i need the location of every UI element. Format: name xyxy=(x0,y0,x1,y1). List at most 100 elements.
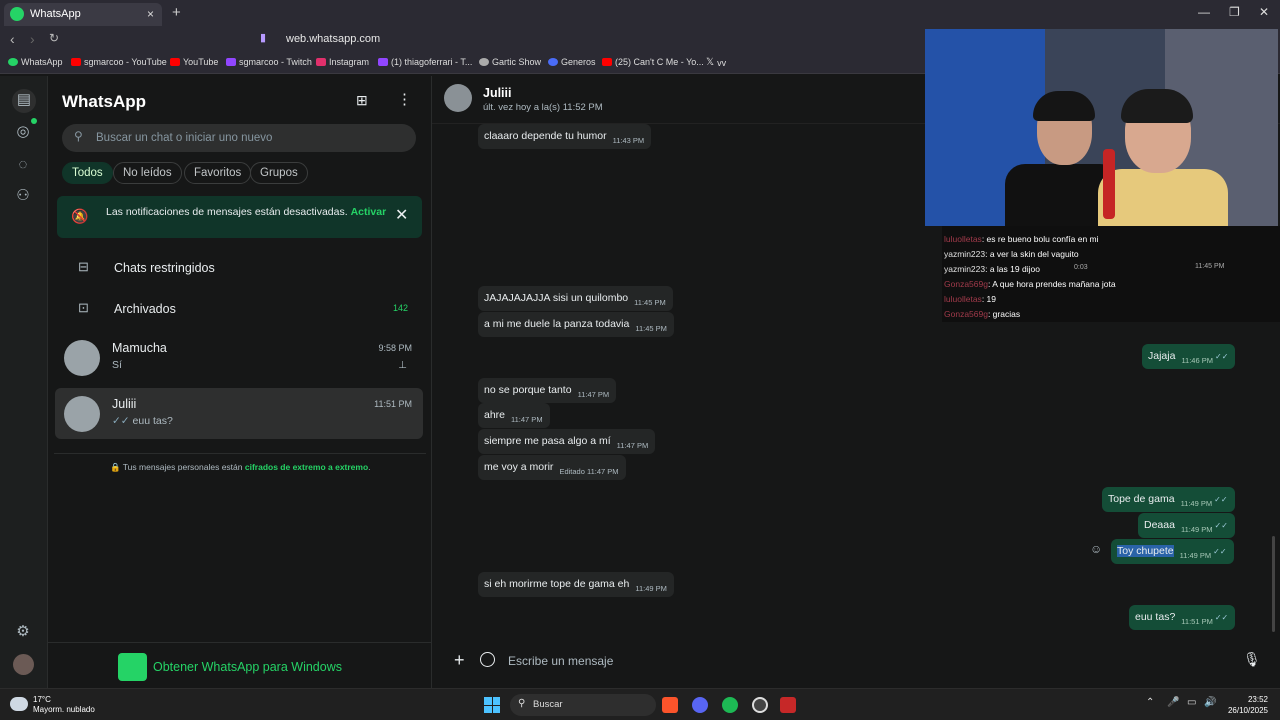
chat-name: Mamucha xyxy=(112,341,167,355)
search-placeholder: Buscar un chat o iniciar uno nuevo xyxy=(96,132,273,144)
chat-list-panel: WhatsApp ⊞ ⋮ ⚲ Buscar un chat o iniciar … xyxy=(48,76,432,688)
menu-icon[interactable]: ⋮ xyxy=(397,90,412,108)
profile-avatar[interactable] xyxy=(13,654,34,675)
brave-icon[interactable] xyxy=(662,697,678,713)
message-incoming[interactable]: me voy a morir Editado 11:47 PM xyxy=(478,455,626,480)
start-icon[interactable] xyxy=(484,697,500,713)
stream-chat-line: luluolletas: 19 xyxy=(944,294,996,304)
chats-icon[interactable]: ▤ xyxy=(12,89,36,113)
chevron-up-icon[interactable]: ⌃ xyxy=(1146,697,1154,708)
whatsapp-logo-icon xyxy=(118,653,147,681)
restore-icon[interactable]: ❐ xyxy=(1229,5,1240,19)
message-outgoing[interactable]: Deaaa 11:49 PM ✓✓ xyxy=(1138,513,1235,538)
clock[interactable]: 23:52 26/10/2025 xyxy=(1224,694,1268,716)
bookmark-icon[interactable]: ▮ xyxy=(260,31,266,44)
network-icon[interactable]: ▭ xyxy=(1187,697,1196,708)
message-input[interactable]: Escribe un mensaje xyxy=(508,654,613,668)
pin-icon: ⊥ xyxy=(398,360,407,371)
bookmark-item[interactable]: YouTube xyxy=(170,57,218,67)
settings-icon[interactable]: ⚙ xyxy=(12,621,34,643)
bookmark-item[interactable]: Generos xyxy=(548,57,596,67)
app-title: WhatsApp xyxy=(62,92,147,111)
chat-preview: ✓✓ euu tas? xyxy=(112,415,173,427)
restricted-chats[interactable]: Chats restringidos xyxy=(114,261,215,275)
message-outgoing[interactable]: Tope de gama 11:49 PM ✓✓ xyxy=(1102,487,1235,512)
archived-chats[interactable]: Archivados xyxy=(114,302,176,316)
get-app-banner[interactable]: Obtener WhatsApp para Windows xyxy=(48,642,432,688)
stream-chat-line: Gonza569g: A que hora prendes mañana jot… xyxy=(944,279,1116,289)
message-outgoing[interactable]: Toy chupete 11:49 PM ✓✓ xyxy=(1111,539,1234,564)
message-incoming[interactable]: no se porque tanto 11:47 PM xyxy=(478,378,617,403)
communities-icon[interactable]: ⚇ xyxy=(12,185,34,207)
attach-icon[interactable]: + xyxy=(454,650,465,671)
get-app-text: Obtener WhatsApp para Windows xyxy=(153,660,342,674)
tab-close-icon[interactable]: × xyxy=(147,7,154,21)
notification-text: Las notificaciones de mensajes están des… xyxy=(106,206,387,218)
forward-icon[interactable]: › xyxy=(30,31,35,47)
message-outgoing[interactable]: Jajaja 11:46 PM ✓✓ xyxy=(1142,344,1236,369)
message-incoming[interactable]: JAJAJAJAJJA sisi un quilombo 11:45 PM xyxy=(478,286,673,311)
search-input[interactable]: ⚲ Buscar un chat o iniciar uno nuevo xyxy=(62,124,416,152)
browser-tab[interactable]: WhatsApp × xyxy=(4,3,162,26)
new-chat-icon[interactable]: ⊞ xyxy=(356,92,368,109)
bookmark-item[interactable]: Gartic Show xyxy=(479,57,541,67)
scrollbar[interactable] xyxy=(1272,536,1275,632)
reload-icon[interactable]: ↻ xyxy=(49,31,59,45)
filter-favorites[interactable]: Favoritos xyxy=(184,162,252,184)
tab-title: WhatsApp xyxy=(30,8,81,20)
archived-count: 142 xyxy=(393,303,409,313)
activate-link[interactable]: Activar xyxy=(351,206,387,218)
bookmark-item[interactable]: (1) thiagoferrari - T... xyxy=(378,57,472,67)
search-icon: ⚲ xyxy=(74,129,83,143)
app-icon[interactable] xyxy=(752,697,768,713)
back-icon[interactable]: ‹ xyxy=(10,31,15,47)
discord-icon[interactable] xyxy=(692,697,708,713)
chat-item-juliii[interactable]: Juliii ✓✓ euu tas? 11:51 PM xyxy=(55,388,423,439)
message-incoming[interactable]: ahre 11:47 PM xyxy=(478,403,550,428)
message-incoming[interactable]: siempre me pasa algo a mí 11:47 PM xyxy=(478,429,656,454)
encryption-link[interactable]: cifrados de extremo a extremo xyxy=(245,462,368,472)
bookmark-item[interactable]: (25) Can't C Me - Yo... xyxy=(602,57,704,67)
microphone-icon[interactable]: 🎙 xyxy=(1243,651,1261,668)
emoji-react-icon[interactable]: ☺ xyxy=(1090,542,1102,556)
browser-tab-bar: WhatsApp × + — ❐ ✕ xyxy=(0,0,1280,28)
bookmark-item[interactable]: sgmarcoo - YouTube xyxy=(71,57,167,67)
stream-chat-line: luluolletas: es re bueno bolu confía en … xyxy=(944,234,1099,244)
message-outgoing[interactable]: euu tas? 11:51 PM ✓✓ xyxy=(1129,605,1236,630)
bookmark-item[interactable]: WhatsApp xyxy=(8,57,63,67)
message-incoming[interactable]: claaaro depende tu humor 11:43 PM xyxy=(478,124,652,149)
status-icon[interactable]: ◎ xyxy=(12,121,34,143)
restricted-icon: ⊟ xyxy=(78,259,89,274)
bookmark-item[interactable]: sgmarcoo - Twitch xyxy=(226,57,312,67)
url-field[interactable]: web.whatsapp.com xyxy=(286,33,380,45)
voice-time: 11:45 PM xyxy=(1195,263,1225,270)
close-window-icon[interactable]: ✕ xyxy=(1259,5,1269,19)
filter-todos[interactable]: Todos xyxy=(62,162,113,184)
mic-tray-icon[interactable]: 🎤 xyxy=(1167,697,1179,708)
filter-groups[interactable]: Grupos xyxy=(250,162,308,184)
minimize-icon[interactable]: — xyxy=(1198,5,1210,19)
encryption-notice: 🔒 Tus mensajes personales están cifrados… xyxy=(110,462,371,472)
stream-chat-line: yazmin223: a las 19 dijoo xyxy=(944,264,1040,274)
media-icon[interactable] xyxy=(780,697,796,713)
chat-item-mamucha[interactable]: Mamucha Sí 9:58 PM ⊥ xyxy=(55,332,423,383)
filter-unread[interactable]: No leídos xyxy=(113,162,182,184)
channels-icon[interactable]: ◌ xyxy=(12,154,34,176)
contact-name: Juliii xyxy=(483,86,512,100)
weather-widget[interactable]: 17°C Mayorm. nublado xyxy=(33,695,95,715)
bookmark-item[interactable]: 𝕏vv xyxy=(706,57,726,68)
contact-avatar[interactable] xyxy=(444,84,472,112)
volume-icon[interactable]: 🔊 xyxy=(1204,697,1216,708)
close-icon[interactable]: ✕ xyxy=(395,205,408,225)
taskbar-search[interactable]: ⚲ Buscar xyxy=(510,694,656,716)
weather-icon xyxy=(10,697,28,711)
bookmark-item[interactable]: Instagram xyxy=(316,57,369,67)
chat-time: 11:51 PM xyxy=(374,399,412,409)
stream-chat-line: Gonza569g: gracias xyxy=(944,309,1021,319)
spotify-icon[interactable] xyxy=(722,697,738,713)
emoji-icon[interactable] xyxy=(480,652,495,667)
stream-chat-overlay: luluolletas: es re bueno bolu confía en … xyxy=(942,226,1280,322)
message-incoming[interactable]: si eh morirme tope de gama eh 11:49 PM xyxy=(478,572,674,597)
new-tab-button[interactable]: + xyxy=(172,4,181,21)
message-incoming[interactable]: a mi me duele la panza todavia 11:45 PM xyxy=(478,312,674,337)
